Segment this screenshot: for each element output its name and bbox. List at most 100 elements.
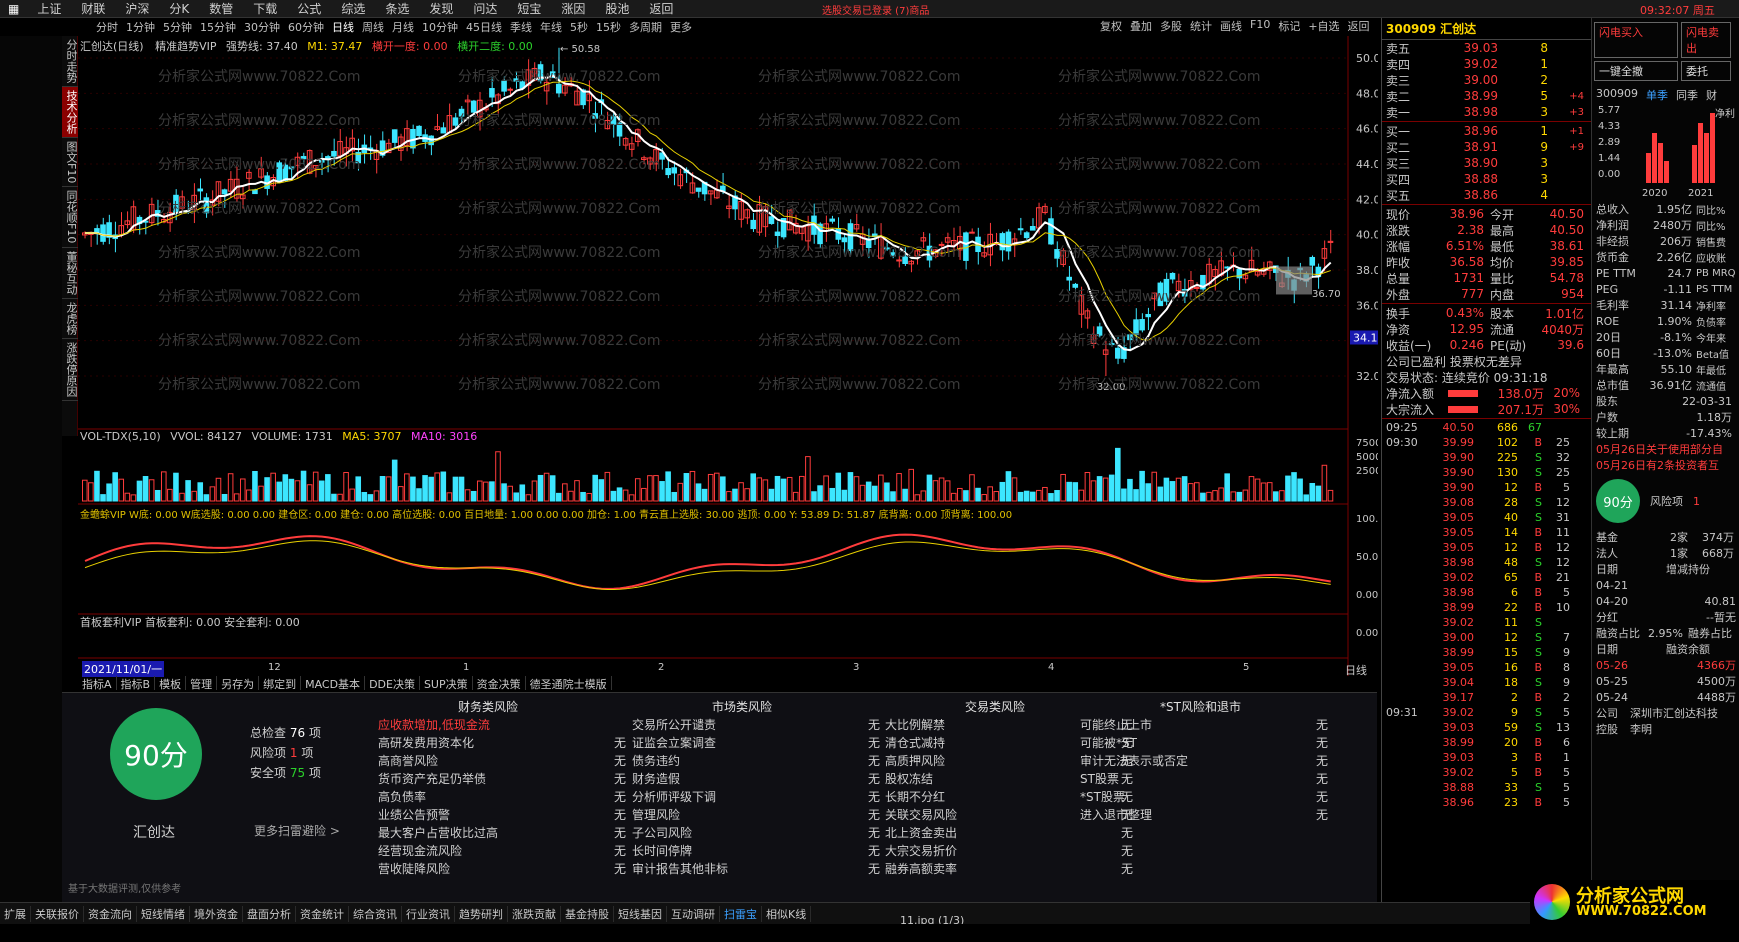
tool-3[interactable]: 统计 [1186, 18, 1216, 35]
risk-item-3-5[interactable]: 进入退市整理 [1080, 806, 1152, 823]
menu-item-6[interactable]: 公式 [287, 0, 331, 17]
fin-tab-0[interactable]: 300909 [1596, 87, 1638, 103]
menu-item-12[interactable]: 涨因 [551, 0, 595, 17]
menu-item-11[interactable]: 短宝 [507, 0, 551, 17]
buys-row-3[interactable]: 买四 38.88 3 [1382, 171, 1591, 187]
risk-item-0-5[interactable]: 业绩公告预警 [378, 806, 450, 823]
buys-row-4[interactable]: 买五 38.86 4 [1382, 187, 1591, 203]
tool-2[interactable]: 多股 [1156, 18, 1186, 35]
status-tab-5[interactable]: 盘面分析 [243, 905, 296, 922]
status-tab-7[interactable]: 综合资讯 [349, 905, 402, 922]
status-tab-12[interactable]: 短线基因 [614, 905, 667, 922]
risk-item-0-6[interactable]: 最大客户占营收比过高 [378, 824, 498, 841]
indicator-name[interactable]: 精准趋势VIP [155, 40, 216, 53]
menu-item-13[interactable]: 股池 [595, 0, 639, 17]
period-16[interactable]: 更多 [666, 19, 696, 35]
status-tab-1[interactable]: 关联报价 [31, 905, 84, 922]
period-5[interactable]: 60分钟 [284, 19, 328, 35]
status-tab-11[interactable]: 基金持股 [561, 905, 614, 922]
risk-item-1-0[interactable]: 交易所公开谴责 [632, 716, 716, 733]
menu-item-3[interactable]: 分K [159, 0, 199, 17]
risk-item-0-1[interactable]: 高研发费用资本化 [378, 734, 474, 751]
status-tab-10[interactable]: 涨跌贡献 [508, 905, 561, 922]
trade-button-0[interactable]: 闪电买入 [1594, 22, 1678, 58]
period-12[interactable]: 年线 [536, 19, 566, 35]
risk-item-1-8[interactable]: 审计报告其他非标 [632, 860, 728, 877]
indicator-tab-4[interactable]: 另存为 [217, 676, 260, 691]
period-2[interactable]: 5分钟 [159, 19, 196, 35]
news-item-0[interactable]: 05月26日关于使用部分自 [1592, 441, 1739, 457]
period-13[interactable]: 5秒 [566, 19, 592, 35]
status-tab-15[interactable]: 相似K线 [762, 905, 812, 922]
news-item-1[interactable]: 05月26日有2条投资者互 [1592, 457, 1739, 473]
menu-item-2[interactable]: 沪深 [115, 0, 159, 17]
risk-item-2-7[interactable]: 大宗交易折价 [885, 842, 957, 859]
status-tab-6[interactable]: 资金统计 [296, 905, 349, 922]
risk-item-3-4[interactable]: *ST股票 [1080, 788, 1125, 805]
risk-item-2-0[interactable]: 大比例解禁 [885, 716, 945, 733]
risk-item-1-1[interactable]: 证监会立案调查 [632, 734, 716, 751]
indicator-tab-6[interactable]: MACD基本 [301, 676, 366, 691]
risk-item-1-6[interactable]: 子公司风险 [632, 824, 692, 841]
risk-item-1-4[interactable]: 分析师评级下调 [632, 788, 716, 805]
more-risk-link[interactable]: 更多扫雷避险 > [254, 822, 340, 839]
period-14[interactable]: 15秒 [592, 19, 625, 35]
app-grid-icon[interactable]: ▦ [0, 2, 27, 16]
risk-item-2-1[interactable]: 清仓式减持 [885, 734, 945, 751]
indicator-tab-10[interactable]: 德圣通院士模版 [526, 676, 612, 691]
menu-item-7[interactable]: 综选 [331, 0, 375, 17]
period-10[interactable]: 45日线 [462, 19, 506, 35]
sells-row-2[interactable]: 卖三 39.00 2 [1382, 72, 1591, 88]
indicator-tab-1[interactable]: 指标B [117, 676, 156, 691]
status-tab-2[interactable]: 资金流向 [84, 905, 137, 922]
risk-item-1-7[interactable]: 长时间停牌 [632, 842, 692, 859]
risk-item-2-6[interactable]: 北上资金卖出 [885, 824, 957, 841]
status-tab-14[interactable]: 扫雷宝 [720, 905, 762, 922]
risk-item-2-3[interactable]: 股权冻结 [885, 770, 933, 787]
status-tab-4[interactable]: 境外资金 [190, 905, 243, 922]
sells-row-0[interactable]: 卖五 39.03 8 [1382, 40, 1591, 56]
menu-item-10[interactable]: 问达 [463, 0, 507, 17]
period-11[interactable]: 季线 [506, 19, 536, 35]
period-1[interactable]: 1分钟 [122, 19, 159, 35]
risk-item-1-5[interactable]: 管理风险 [632, 806, 680, 823]
risk-item-2-5[interactable]: 关联交易风险 [885, 806, 957, 823]
period-0[interactable]: 分时 [92, 19, 122, 35]
tool-8[interactable]: 返回 [1344, 18, 1374, 35]
sells-row-4[interactable]: 卖一 38.98 3 +3 [1382, 104, 1591, 120]
period-6[interactable]: 日线 [328, 19, 358, 35]
menu-item-14[interactable]: 返回 [639, 0, 683, 17]
fin-tab-1[interactable]: 单季 [1646, 87, 1668, 103]
indicator-tab-2[interactable]: 模板 [155, 676, 187, 691]
risk-item-2-8[interactable]: 融券高额卖率 [885, 860, 957, 877]
risk-item-2-4[interactable]: 长期不分红 [885, 788, 945, 805]
buys-row-1[interactable]: 买二 38.91 9 +9 [1382, 139, 1591, 155]
trade-button-1[interactable]: 闪电卖出 [1681, 22, 1731, 58]
fin-tab-3[interactable]: 财 [1706, 87, 1717, 103]
risk-item-0-2[interactable]: 高商誉风险 [378, 752, 438, 769]
risk-item-0-8[interactable]: 营收陡降风险 [378, 860, 450, 877]
status-tab-3[interactable]: 短线情绪 [137, 905, 190, 922]
tool-1[interactable]: 叠加 [1126, 18, 1156, 35]
tool-6[interactable]: 标记 [1274, 18, 1304, 35]
trade-button-2[interactable]: 一键全撤 [1594, 61, 1678, 81]
risk-item-2-2[interactable]: 高质押风险 [885, 752, 945, 769]
menu-item-0[interactable]: 上证 [27, 0, 71, 17]
trade-button-3[interactable]: 委托 [1681, 61, 1731, 81]
risk-item-3-2[interactable]: 审计无法表示或否定 [1080, 752, 1188, 769]
period-3[interactable]: 15分钟 [196, 19, 240, 35]
indicator-tab-8[interactable]: SUP决策 [420, 676, 473, 691]
period-15[interactable]: 多周期 [625, 19, 666, 35]
risk-item-0-4[interactable]: 高负债率 [378, 788, 426, 805]
sells-row-1[interactable]: 卖四 39.02 1 [1382, 56, 1591, 72]
buys-row-2[interactable]: 买三 38.90 3 [1382, 155, 1591, 171]
vol-name[interactable]: VOL-TDX(5,10) [80, 430, 161, 443]
indicator-tab-5[interactable]: 绑定到 [259, 676, 302, 691]
tool-5[interactable]: F10 [1246, 18, 1274, 35]
indicator-tab-9[interactable]: 资金决策 [473, 676, 526, 691]
period-8[interactable]: 月线 [388, 19, 418, 35]
tool-0[interactable]: 复权 [1096, 18, 1126, 35]
tool-4[interactable]: 画线 [1216, 18, 1246, 35]
period-7[interactable]: 周线 [358, 19, 388, 35]
fin-tab-2[interactable]: 同季 [1676, 87, 1698, 103]
